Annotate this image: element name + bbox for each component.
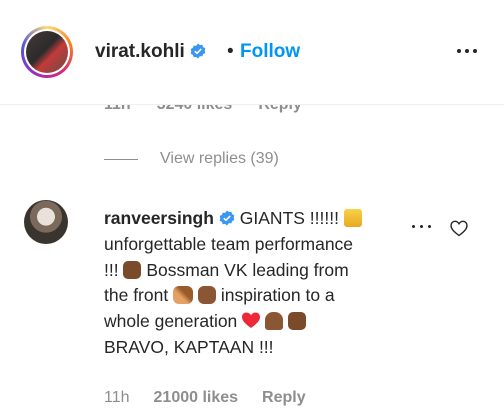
commenter-username[interactable]: ranveersingh bbox=[104, 208, 214, 228]
view-replies-label[interactable]: View replies (39) bbox=[160, 150, 279, 168]
comment-options-icon[interactable] bbox=[411, 223, 433, 231]
comment-likes[interactable]: 21000 likes bbox=[154, 389, 239, 406]
view-replies-button[interactable]: View replies (39) bbox=[104, 149, 279, 169]
separator-dot: • bbox=[227, 41, 234, 62]
profile-avatar[interactable] bbox=[21, 26, 73, 78]
reply-button[interactable]: Reply bbox=[262, 389, 306, 406]
red-heart-emoji bbox=[242, 312, 261, 329]
comment-meta: 11h 21000 likes Reply bbox=[104, 389, 330, 407]
heart-outline-icon[interactable] bbox=[450, 220, 468, 237]
post-author-username[interactable]: virat.kohli bbox=[95, 41, 206, 63]
comment-time[interactable]: 11h bbox=[104, 389, 130, 406]
raised-hands-emoji bbox=[287, 312, 306, 331]
verified-badge-icon bbox=[190, 43, 206, 59]
post-header: virat.kohli • Follow bbox=[0, 0, 504, 105]
comment-text: ranveersingh GIANTS !!!!!! unforgettable… bbox=[104, 206, 404, 361]
follow-button[interactable]: Follow bbox=[240, 41, 300, 63]
crown-emoji bbox=[343, 209, 362, 227]
fist-emoji bbox=[197, 286, 216, 305]
verified-badge-icon bbox=[219, 210, 235, 226]
raised-hands-emoji bbox=[123, 260, 142, 279]
commenter-avatar[interactable] bbox=[24, 200, 68, 244]
cricket-bat-emoji bbox=[173, 286, 194, 305]
more-options-icon[interactable] bbox=[455, 44, 479, 58]
divider-line bbox=[104, 158, 138, 160]
folded-hands-emoji bbox=[265, 312, 284, 331]
